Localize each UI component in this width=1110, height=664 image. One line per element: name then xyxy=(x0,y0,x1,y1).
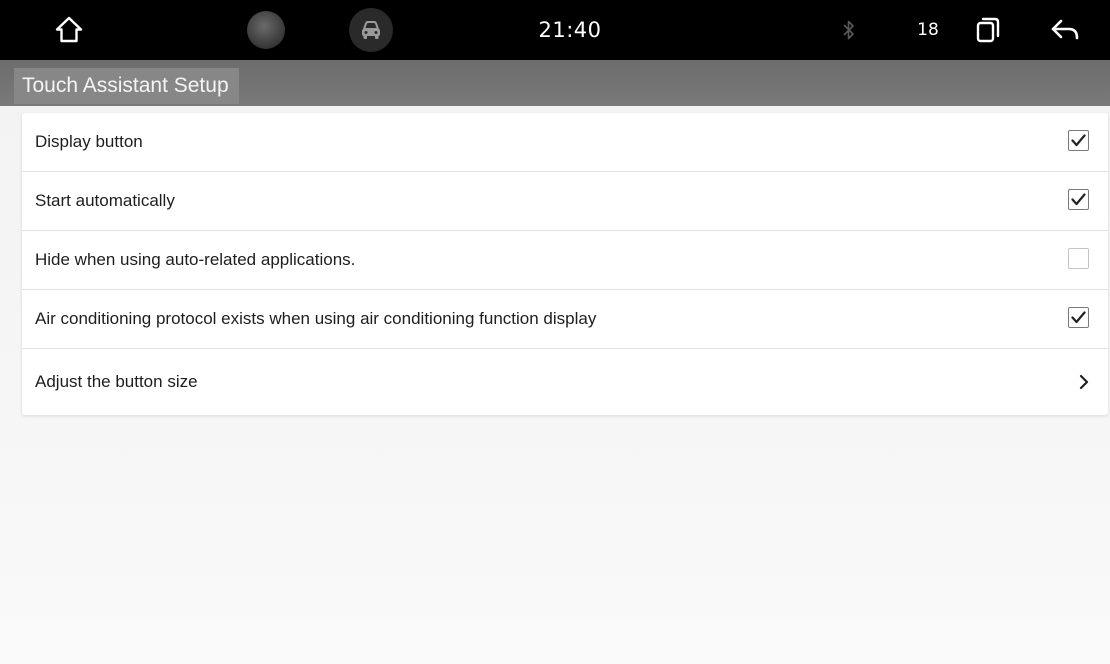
setting-start-automatically[interactable]: Start automatically xyxy=(22,172,1108,231)
checkmark-icon xyxy=(1071,134,1086,147)
display-button-checkbox[interactable] xyxy=(1068,130,1089,151)
status-bar: 21:40 18 xyxy=(0,0,1110,60)
checkmark-icon xyxy=(1071,311,1086,324)
settings-list: Display button Start automatically Hide … xyxy=(22,113,1108,415)
setting-hide-auto-apps[interactable]: Hide when using auto-related application… xyxy=(22,231,1108,290)
setting-label: Start automatically xyxy=(35,191,175,210)
start-automatically-checkbox[interactable] xyxy=(1068,189,1089,210)
setting-label: Hide when using auto-related application… xyxy=(35,250,356,269)
home-button[interactable] xyxy=(42,0,96,60)
record-button[interactable] xyxy=(244,0,288,60)
setting-adjust-button-size[interactable]: Adjust the button size xyxy=(22,349,1108,415)
setting-display-button[interactable]: Display button xyxy=(22,113,1108,172)
recent-apps-button[interactable] xyxy=(966,0,1010,60)
setting-label: Display button xyxy=(35,132,143,151)
car-icon xyxy=(362,21,380,39)
bluetooth-icon xyxy=(843,20,854,40)
air-conditioning-display-checkbox[interactable] xyxy=(1068,307,1089,328)
recent-apps-icon xyxy=(976,17,1000,43)
back-arrow-icon xyxy=(1051,19,1079,40)
bluetooth-status xyxy=(834,0,864,60)
setting-label: Air conditioning protocol exists when us… xyxy=(35,309,597,328)
record-dot-icon xyxy=(247,11,285,49)
page-title: Touch Assistant Setup xyxy=(14,68,239,104)
setting-label: Adjust the button size xyxy=(35,372,198,391)
setting-air-conditioning-display[interactable]: Air conditioning protocol exists when us… xyxy=(22,290,1108,349)
screen: Ugode Ugode Ugode 21:40 xyxy=(0,0,1110,664)
back-button[interactable] xyxy=(1040,0,1090,60)
car-button[interactable] xyxy=(346,0,396,60)
temperature: 18 xyxy=(917,20,939,40)
home-icon xyxy=(55,16,83,43)
chevron-right-icon xyxy=(1079,374,1089,390)
checkmark-icon xyxy=(1071,193,1086,206)
hide-auto-apps-checkbox[interactable] xyxy=(1068,248,1089,269)
clock: 21:40 xyxy=(538,18,602,42)
title-bar: Touch Assistant Setup xyxy=(0,60,1110,106)
